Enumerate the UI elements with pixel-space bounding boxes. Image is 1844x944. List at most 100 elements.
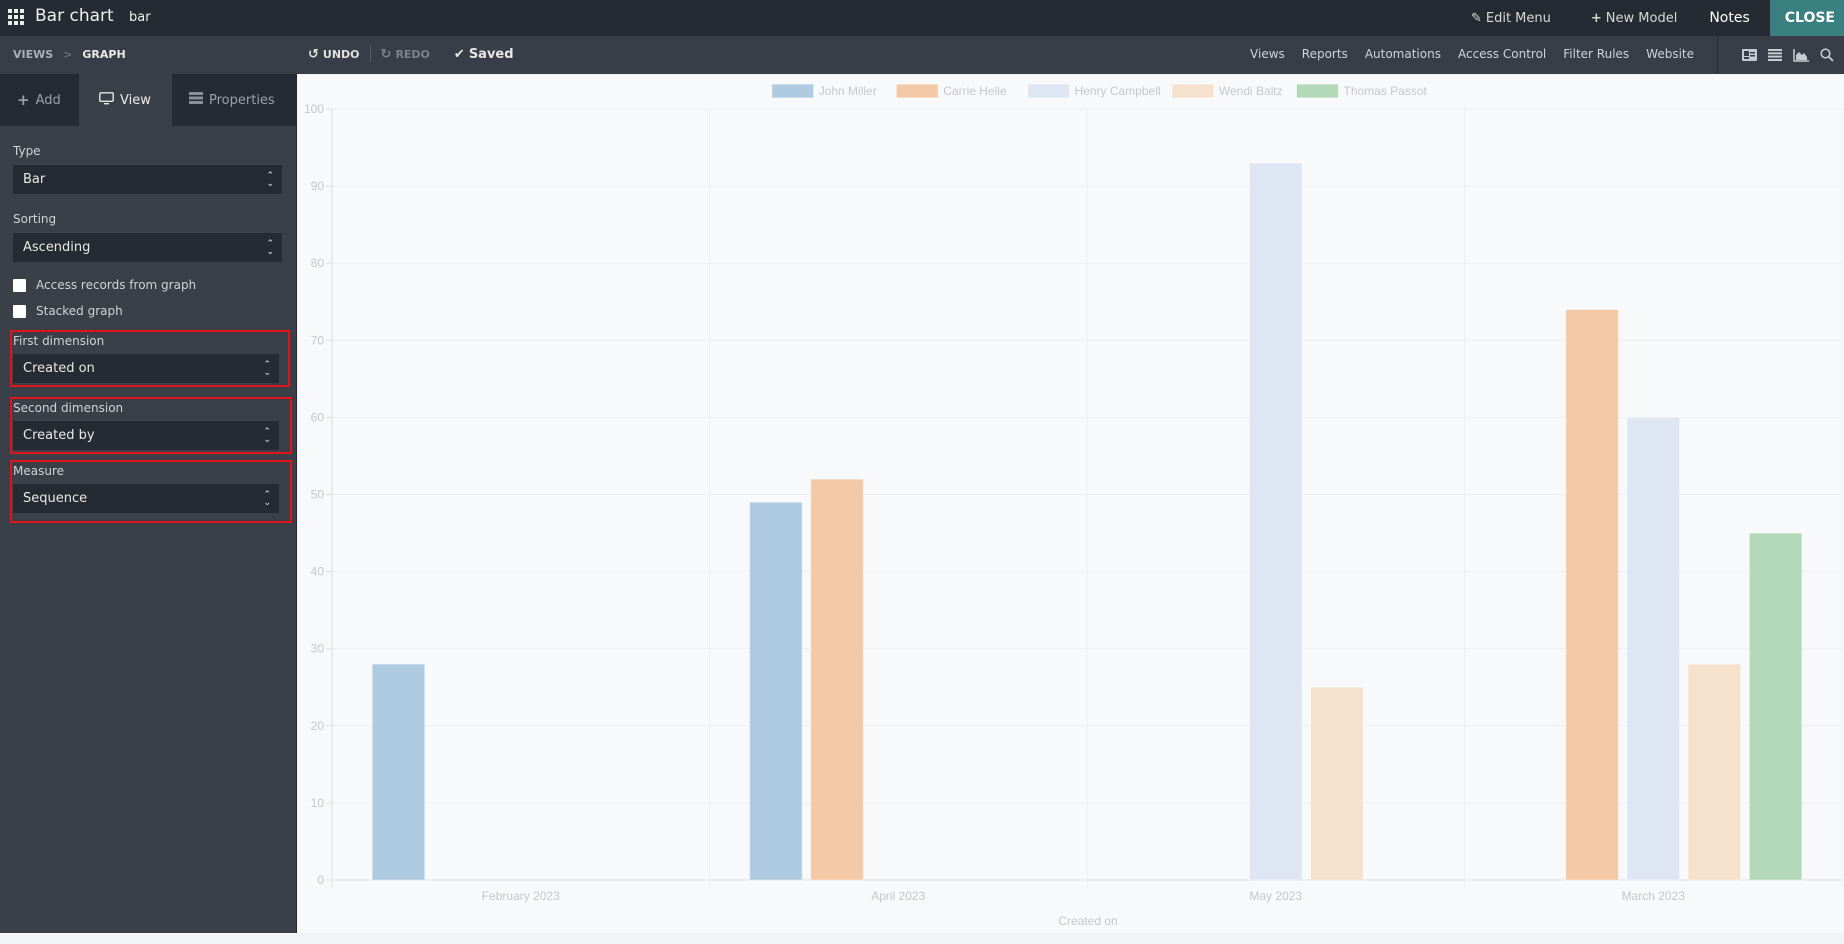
legend-swatch xyxy=(771,83,815,99)
undo-button[interactable]: ↺ UNDO xyxy=(308,47,360,62)
measure-value: Sequence xyxy=(23,491,88,506)
bar-john-miller xyxy=(749,501,803,881)
legend-label: Carrie Helle xyxy=(943,84,1007,98)
x-tick-label: April 2023 xyxy=(871,889,925,903)
menu-access-control[interactable]: Access Control xyxy=(1458,47,1546,61)
edit-menu-button[interactable]: ✎ Edit Menu xyxy=(1451,11,1571,26)
legend-label: Henry Campbell xyxy=(1075,84,1161,98)
bar-henry-campbell xyxy=(1626,416,1681,881)
tab-view[interactable]: View xyxy=(79,74,172,126)
y-tick-label: 90 xyxy=(311,179,325,193)
check-icon: ✔ xyxy=(453,46,465,62)
x-tick-label: May 2023 xyxy=(1249,889,1302,903)
menu-reports[interactable]: Reports xyxy=(1302,47,1348,61)
sorting-label: Sorting xyxy=(13,212,57,226)
breadcrumb: VIEWS > GRAPH xyxy=(13,48,126,61)
second-dimension-value: Created by xyxy=(23,428,95,443)
graph-view-icon[interactable] xyxy=(1792,46,1810,64)
second-dimension-group: Second dimension Created by ⌃ ⌄ xyxy=(10,397,292,454)
type-select[interactable]: Bar ⌃ ⌄ xyxy=(13,165,282,194)
chevron-updown-icon: ⌃ ⌄ xyxy=(266,170,274,189)
legend-label: John Miller xyxy=(819,84,877,98)
first-dimension-select[interactable]: Created on ⌃ ⌄ xyxy=(13,354,279,383)
y-tick-label: 80 xyxy=(311,256,325,270)
stacked-graph-checkbox[interactable]: Stacked graph xyxy=(13,304,282,318)
bar-john-miller xyxy=(371,663,426,881)
undo-icon: ↺ xyxy=(308,46,319,62)
bar-wendi-baltz xyxy=(1310,686,1364,881)
bar-chart: 0 10 20 30 40 50 60 70 80 90 100 February 2023 April… xyxy=(304,83,1843,928)
apps-menu-icon[interactable] xyxy=(8,9,24,25)
tab-properties-label: Properties xyxy=(209,92,275,108)
measure-select[interactable]: Sequence ⌃ ⌄ xyxy=(13,484,279,513)
first-dimension-label: First dimension xyxy=(13,334,105,348)
second-dimension-label: Second dimension xyxy=(13,401,124,415)
menu-views[interactable]: Views xyxy=(1250,47,1285,61)
notes-button[interactable]: Notes xyxy=(1697,10,1769,26)
monitor-icon xyxy=(99,91,114,109)
y-tick-label: 50 xyxy=(311,488,325,502)
breadcrumb-separator: > xyxy=(63,48,73,61)
legend-swatch xyxy=(1027,83,1070,99)
edit-menu-label: Edit Menu xyxy=(1485,10,1551,26)
plus-icon: + xyxy=(1590,10,1602,26)
access-records-label: Access records from graph xyxy=(36,278,197,292)
y-tick-label: 60 xyxy=(311,410,325,424)
y-tick-label: 40 xyxy=(311,565,325,579)
tab-view-label: View xyxy=(120,92,151,108)
y-tick-label: 30 xyxy=(311,642,325,656)
new-model-button[interactable]: + New Model xyxy=(1571,11,1697,26)
plus-icon: + xyxy=(17,91,30,109)
tab-properties[interactable]: Properties xyxy=(172,74,292,126)
stacked-graph-label: Stacked graph xyxy=(36,304,123,318)
legend-label: Thomas Passot xyxy=(1344,84,1428,98)
y-tick-label: 10 xyxy=(311,796,325,810)
studio-toolbar: VIEWS > GRAPH ↺ UNDO ↻ REDO ✔ Saved View… xyxy=(0,36,1844,74)
sorting-select[interactable]: Ascending ⌃ ⌄ xyxy=(13,233,282,262)
redo-label: REDO xyxy=(395,47,430,61)
menu-website[interactable]: Website xyxy=(1646,47,1694,61)
y-tick-label: 100 xyxy=(304,102,324,116)
redo-button[interactable]: ↻ REDO xyxy=(381,47,430,62)
menu-filter-rules[interactable]: Filter Rules xyxy=(1563,47,1629,61)
search-icon[interactable] xyxy=(1818,46,1836,64)
divider xyxy=(369,46,371,62)
breadcrumb-views[interactable]: VIEWS xyxy=(13,48,53,61)
legend-label: Wendi Baltz xyxy=(1219,84,1283,98)
chart-panel: 0 10 20 30 40 50 60 70 80 90 100 February 2023 April… xyxy=(298,75,1844,933)
top-navbar: Bar chart bar ✎ Edit Menu + New Model No… xyxy=(0,0,1844,36)
checkbox-box[interactable] xyxy=(13,304,26,318)
close-button[interactable]: CLOSE xyxy=(1769,0,1844,36)
y-tick-label: 0 xyxy=(317,873,324,887)
redo-icon: ↻ xyxy=(380,46,392,62)
chevron-updown-icon: ⌃ ⌄ xyxy=(263,426,271,445)
measure-group: Measure Sequence ⌃ ⌄ xyxy=(10,460,292,523)
list-view-icon[interactable] xyxy=(1766,46,1784,64)
x-tick-label: February 2023 xyxy=(482,889,560,903)
saved-label: Saved xyxy=(468,46,514,62)
bar-thomas-passot xyxy=(1748,532,1803,881)
tab-add[interactable]: + Add xyxy=(0,74,79,126)
pencil-icon: ✎ xyxy=(1470,10,1482,26)
checkbox-box[interactable] xyxy=(13,278,26,292)
y-tick-label: 20 xyxy=(311,719,325,733)
form-view-icon[interactable] xyxy=(1740,46,1758,64)
first-dimension-group: First dimension Created on ⌃ ⌄ xyxy=(10,330,290,387)
sidebar: + Add View Properties Type Bar ⌃ ⌄ Sortin… xyxy=(0,74,297,933)
bar-henry-campbell xyxy=(1248,162,1303,881)
axes: 0 10 20 30 40 50 60 70 80 90 100 February 2023 April… xyxy=(304,102,1685,903)
sidebar-tabs: + Add View Properties xyxy=(0,74,296,126)
type-label: Type xyxy=(13,144,41,158)
access-records-checkbox[interactable]: Access records from graph xyxy=(13,278,282,292)
view-switcher xyxy=(1717,36,1844,74)
legend-swatch xyxy=(1296,83,1339,99)
saved-status: ✔ Saved xyxy=(454,47,514,62)
second-dimension-select[interactable]: Created by ⌃ ⌄ xyxy=(13,421,279,450)
x-axis-label: Created on xyxy=(1058,914,1117,928)
tab-add-label: Add xyxy=(35,92,61,108)
sorting-value: Ascending xyxy=(23,240,91,255)
breadcrumb-graph: GRAPH xyxy=(82,48,126,61)
menu-automations[interactable]: Automations xyxy=(1365,47,1441,61)
type-value: Bar xyxy=(23,172,46,187)
x-tick-label: March 2023 xyxy=(1622,889,1686,903)
